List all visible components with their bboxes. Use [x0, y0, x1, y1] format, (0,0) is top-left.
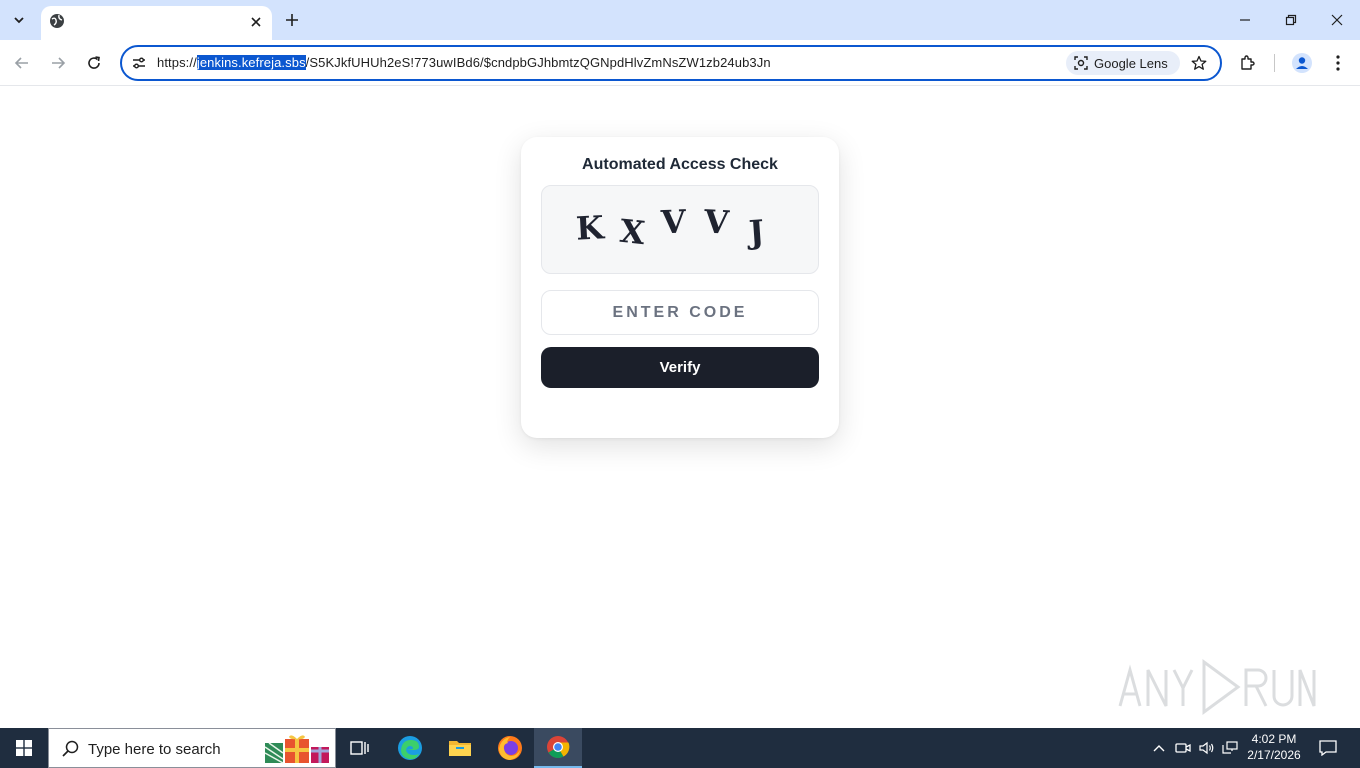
captcha-char: V: [703, 202, 730, 242]
taskbar-search-placeholder: Type here to search: [88, 741, 221, 758]
restore-icon: [1285, 14, 1297, 26]
clock-time: 4:02 PM: [1251, 732, 1297, 746]
camera-icon: [1175, 743, 1191, 753]
notification-icon: [1319, 740, 1337, 756]
taskbar-edge[interactable]: [386, 728, 434, 768]
tray-volume-button[interactable]: [1197, 738, 1217, 758]
avatar-icon: [1292, 53, 1312, 73]
url-host: jenkins.kefreja.sbs: [196, 55, 306, 70]
taskbar-clock[interactable]: 4:02 PM 2/17/2026: [1242, 731, 1306, 763]
chrome-icon: [547, 736, 570, 758]
captcha-char: X: [618, 211, 647, 253]
search-icon: [62, 740, 79, 757]
url-prefix: https://: [157, 55, 197, 70]
close-icon: [251, 17, 261, 27]
edge-icon: [398, 736, 422, 760]
windows-logo-icon: [16, 740, 32, 756]
arrow-right-icon: [52, 57, 66, 69]
tab-strip: [0, 0, 1360, 40]
toolbar-divider: [1274, 54, 1275, 72]
tune-icon: [133, 57, 145, 69]
gift-boxes-icon: [264, 735, 329, 764]
notification-center-button[interactable]: [1318, 738, 1338, 758]
url-text[interactable]: https://jenkins.kefreja.sbs/S5KJkfUHUh2e…: [157, 55, 771, 70]
url-path: /S5KJkfUHUh2eS!773uwIBd6/$cndpbGJhbmtzQG…: [305, 55, 771, 70]
new-tab-button[interactable]: [280, 8, 304, 32]
tab-close-button[interactable]: [246, 12, 266, 32]
star-icon: [1191, 55, 1207, 70]
code-input[interactable]: [541, 290, 819, 335]
puzzle-icon: [1241, 55, 1255, 70]
more-vertical-icon: [1336, 55, 1340, 71]
window-close-button[interactable]: [1322, 6, 1352, 34]
tab-active[interactable]: [41, 6, 272, 40]
browser-toolbar: https://jenkins.kefreja.sbs/S5KJkfUHUh2e…: [0, 40, 1360, 86]
reload-icon: [88, 56, 100, 69]
clock-date: 2/17/2026: [1247, 748, 1301, 762]
minimize-icon: [1240, 19, 1250, 21]
restore-button[interactable]: [1276, 6, 1306, 34]
start-button[interactable]: [0, 728, 48, 768]
captcha-char: V: [660, 202, 687, 242]
folder-icon: [449, 741, 471, 756]
captcha-char: K: [575, 208, 605, 248]
verify-button[interactable]: Verify: [541, 347, 819, 388]
captcha-char: J: [747, 212, 766, 252]
site-info-button[interactable]: [128, 52, 150, 74]
google-lens-label: Google Lens: [1094, 55, 1168, 71]
access-check-card: Automated Access Check K X V V J Verify: [521, 137, 839, 438]
page-title: Automated Access Check: [582, 156, 778, 173]
tab-search-button[interactable]: [6, 7, 32, 33]
tray-network-button[interactable]: [1220, 738, 1240, 758]
globe-icon: [50, 14, 64, 28]
taskbar: Type here to search 4:02 PM 2/17/2026: [0, 728, 1360, 768]
minimize-button[interactable]: [1230, 6, 1260, 34]
close-icon: [1331, 14, 1343, 26]
taskbar-firefox[interactable]: [486, 728, 534, 768]
task-view-button[interactable]: [336, 728, 384, 768]
network-icon: [1222, 741, 1238, 754]
captcha-image: K X V V J: [541, 185, 819, 274]
taskbar-chrome[interactable]: [534, 728, 582, 768]
plus-icon: [286, 14, 298, 26]
tray-meet-button[interactable]: [1173, 738, 1193, 758]
chevron-down-icon: [14, 17, 24, 24]
volume-icon: [1199, 741, 1214, 755]
chevron-up-icon: [1153, 745, 1165, 752]
taskbar-file-explorer[interactable]: [436, 728, 484, 768]
anyrun-watermark-logo: [1118, 659, 1316, 715]
bookmark-star-button[interactable]: [1188, 52, 1210, 74]
extensions-button[interactable]: [1234, 49, 1262, 77]
task-view-icon: [350, 741, 369, 755]
back-button[interactable]: [8, 49, 36, 77]
firefox-icon: [498, 736, 522, 760]
taskbar-search-box[interactable]: Type here to search: [48, 728, 336, 768]
profile-button[interactable]: [1288, 49, 1316, 77]
address-bar[interactable]: https://jenkins.kefreja.sbs/S5KJkfUHUh2e…: [120, 45, 1222, 81]
menu-button[interactable]: [1324, 49, 1352, 77]
lens-icon: [1074, 56, 1088, 70]
arrow-left-icon: [14, 57, 28, 69]
google-lens-button[interactable]: Google Lens: [1066, 51, 1180, 75]
reload-button[interactable]: [80, 49, 108, 77]
forward-button[interactable]: [44, 49, 72, 77]
tray-overflow-button[interactable]: [1149, 738, 1169, 758]
